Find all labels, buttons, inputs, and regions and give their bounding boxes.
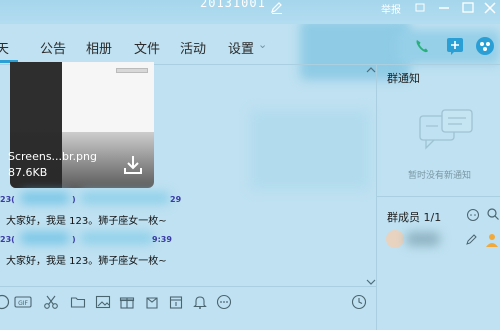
minimize-icon[interactable] — [434, 0, 454, 16]
input-divider — [0, 286, 376, 287]
invite-member-icon[interactable] — [466, 208, 480, 222]
settings-chevron-down-icon[interactable]: ⌄ — [258, 38, 267, 51]
no-notice-text: 暂时没有新通知 — [408, 171, 472, 181]
tab-album[interactable]: 相册 — [86, 38, 112, 57]
svg-text:GIF: GIF — [18, 300, 28, 307]
more-icon[interactable] — [216, 294, 232, 310]
skin-icon[interactable] — [410, 0, 430, 16]
avatar[interactable] — [386, 230, 404, 248]
start-group-chat-icon[interactable] — [444, 35, 466, 57]
scissors-icon[interactable] — [43, 294, 59, 310]
owner-badge-icon — [486, 234, 498, 247]
red-packet-icon[interactable] — [144, 294, 160, 310]
tab-settings[interactable]: 设置 — [228, 38, 254, 57]
calendar-icon[interactable] — [168, 294, 184, 310]
empty-notice-illustration-icon — [419, 109, 473, 150]
edit-title-icon[interactable] — [270, 1, 284, 15]
message-sender-meta-sep: ) — [72, 235, 76, 244]
file-thumbnail-bar — [116, 68, 148, 73]
edit-icon[interactable] — [466, 234, 478, 246]
tab-announcement[interactable]: 公告 — [40, 38, 66, 57]
emoji-icon[interactable] — [0, 294, 10, 310]
bell-icon[interactable] — [192, 294, 208, 310]
blurred-sender-id — [80, 192, 170, 204]
notice-divider — [377, 196, 500, 197]
file-name: Screens...br.png — [8, 150, 97, 163]
tab-chat[interactable]: 天 — [0, 38, 9, 57]
window-title: 20131001 — [200, 0, 266, 10]
blurred-sender-name — [20, 192, 70, 204]
tab-activity[interactable]: 活动 — [180, 38, 206, 57]
close-icon[interactable] — [480, 0, 500, 16]
blurred-member-name — [406, 232, 440, 246]
message-timestamp: 9:39 — [152, 235, 172, 244]
message-sender-meta: 23( — [0, 195, 15, 204]
message-text: 大家好，我是 123。狮子座女一枚~ — [6, 216, 167, 227]
tab-files[interactable]: 文件 — [134, 38, 160, 57]
download-icon[interactable] — [122, 154, 144, 176]
folder-icon[interactable] — [70, 294, 86, 310]
report-link[interactable]: 举报 — [381, 1, 401, 16]
group-notice-title: 群通知 — [387, 72, 420, 85]
scroll-up-icon[interactable] — [366, 66, 376, 74]
message-sender-meta-sep: ) — [72, 195, 76, 204]
file-size: 87.6KB — [8, 166, 48, 179]
history-icon[interactable] — [351, 294, 367, 310]
gift-icon[interactable] — [119, 294, 135, 310]
search-icon[interactable] — [486, 207, 500, 221]
maximize-icon[interactable] — [458, 0, 478, 16]
message-sender-meta: 23( — [0, 235, 15, 244]
panel-divider — [376, 64, 377, 330]
message-timestamp: 29 — [170, 195, 182, 204]
title-bar: 20131001 举报 — [0, 0, 500, 24]
group-members-title: 群成员 1/1 — [387, 211, 442, 224]
scroll-down-icon[interactable] — [366, 278, 376, 286]
app-center-icon[interactable] — [474, 35, 496, 57]
blurred-sender-id — [80, 232, 154, 244]
voice-call-icon[interactable] — [411, 35, 433, 57]
message-text: 大家好，我是 123。狮子座女一枚~ — [6, 256, 167, 267]
gif-icon[interactable]: GIF — [14, 294, 32, 310]
blurred-sender-name — [20, 232, 70, 244]
image-icon[interactable] — [95, 294, 111, 310]
blurred-region-mid — [250, 110, 370, 190]
tab-bar: 天 公告 相册 文件 活动 设置 ⌄ — [0, 28, 400, 64]
